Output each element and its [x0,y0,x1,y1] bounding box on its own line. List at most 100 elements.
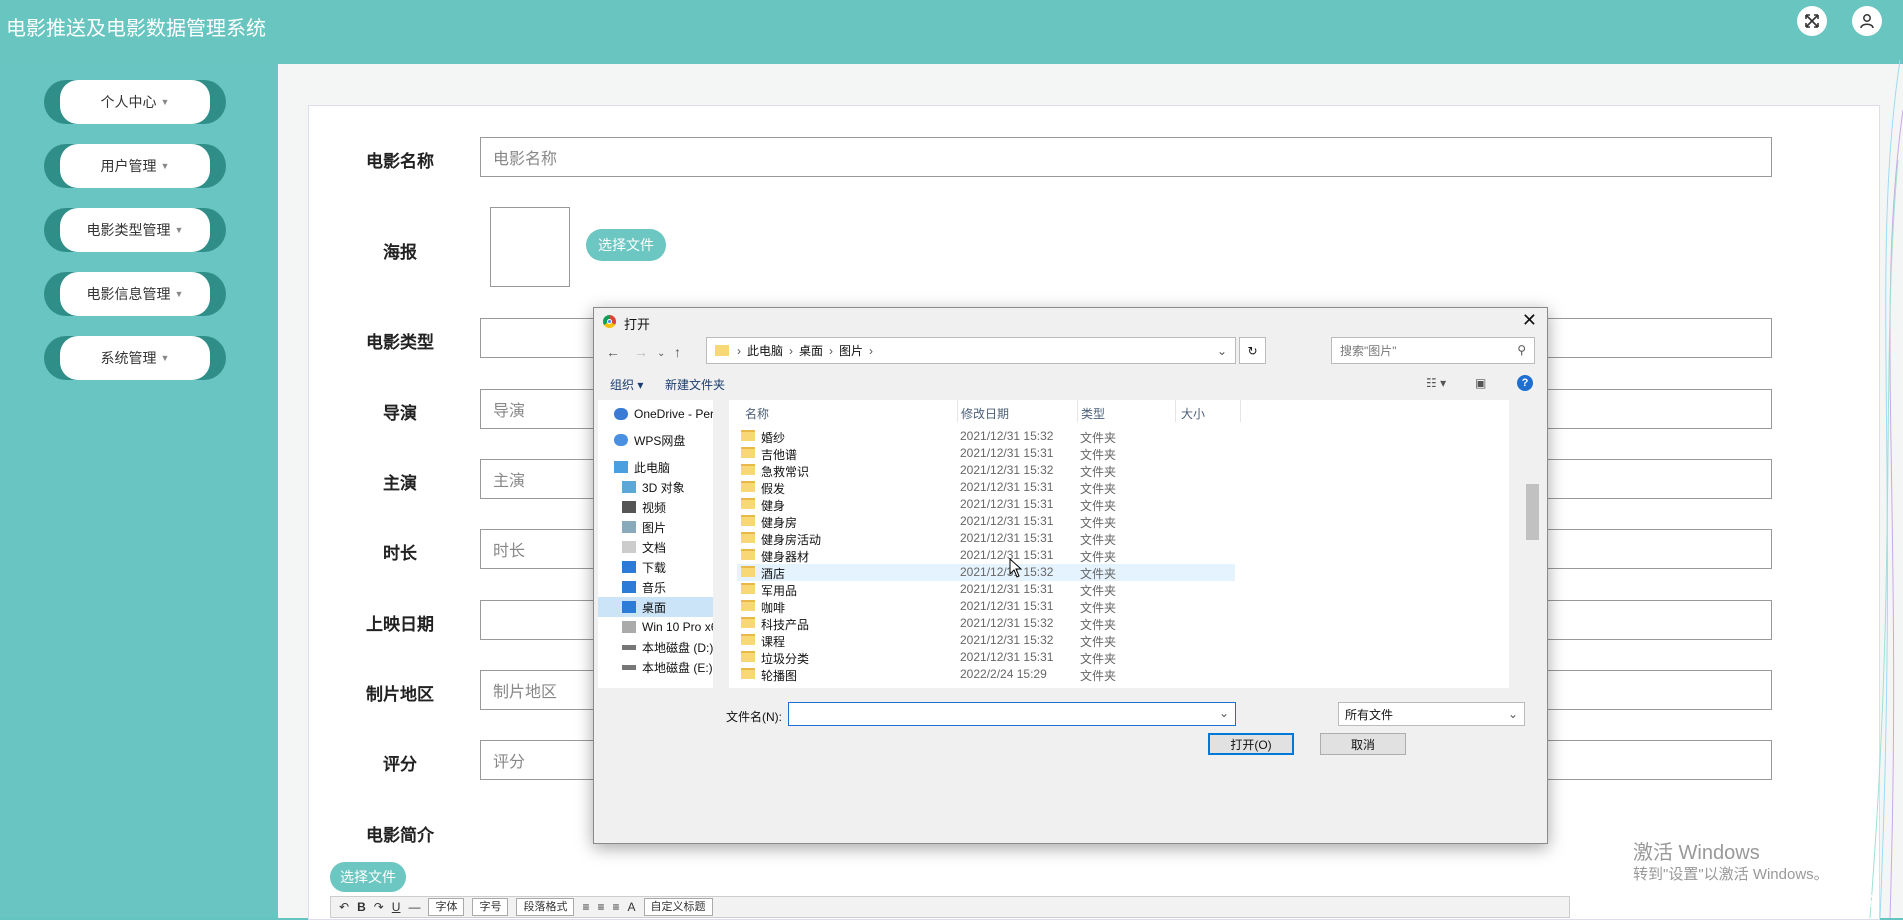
poster-upload-button[interactable]: 选择文件 [586,229,666,261]
filename-input[interactable]: ⌄ [788,702,1236,726]
nav-item-this-pc[interactable]: 此电脑 [598,457,724,477]
nav-item-drive-c[interactable]: Win 10 Pro x64 [598,617,724,637]
region-label: 制片地区 [366,685,434,704]
file-row[interactable]: 健身 2021/12/31 15:31 文件夹 [737,496,1235,513]
organize-button[interactable]: 组织 ▾ [610,376,643,393]
recent-dropdown-icon[interactable]: ⌄ [657,348,665,359]
music-icon [622,581,636,593]
folder-icon [741,481,755,492]
rich-editor-toolbar: ↶ B ↷ U — 字体 字号 段落格式 ≡ ≡ ≡ A 自定义标题 [330,896,1570,918]
actor-label: 主演 [383,474,417,493]
align-center-icon[interactable]: ≡ [597,900,604,914]
user-button[interactable] [1852,6,1882,36]
intro-upload-button[interactable]: 选择文件 [330,862,406,892]
nav-item-onedrive[interactable]: OneDrive - Perso [598,404,724,424]
bold-icon[interactable]: B [357,900,366,914]
open-button[interactable]: 打开(O) [1208,733,1294,755]
file-row[interactable]: 轮播图 2022/2/24 15:29 文件夹 [737,666,1235,683]
file-row[interactable]: 咖啡 2021/12/31 15:31 文件夹 [737,598,1235,615]
dialog-title: 打开 [624,317,651,332]
view-options-icon[interactable]: ☷ ▾ [1426,376,1446,390]
align-right-icon[interactable]: ≡ [613,900,620,914]
file-row[interactable]: 假发 2021/12/31 15:31 文件夹 [737,479,1235,496]
cancel-button[interactable]: 取消 [1320,733,1406,755]
nav-item-videos[interactable]: 视频 [598,497,724,517]
back-arrow-icon[interactable]: ← [606,344,620,360]
font-size-select[interactable]: 字号 [472,898,509,916]
undo-icon[interactable]: ↶ [339,900,349,914]
file-row[interactable]: 健身房 2021/12/31 15:31 文件夹 [737,513,1235,530]
file-list: 名称 修改日期 类型 大小 婚纱 2021/12/31 15:32 文件夹 吉他谱 2… [729,400,1509,688]
mouse-cursor-icon [1009,558,1023,578]
top-bar: 电影推送及电影数据管理系统 [0,0,1903,64]
search-input[interactable]: 搜索"图片" ⚲ [1331,337,1535,364]
file-row[interactable]: 急救常识 2021/12/31 15:32 文件夹 [737,462,1235,479]
poster-label: 海报 [383,243,417,262]
preview-pane-icon[interactable]: ▣ [1475,376,1486,390]
nav-item-wps[interactable]: WPS网盘 [598,430,724,450]
file-row[interactable]: 健身房活动 2021/12/31 15:31 文件夹 [737,530,1235,547]
sidebar-item-movie-info[interactable]: 电影信息管理 ▼ [44,272,226,316]
intro-label: 电影简介 [366,826,434,845]
filetype-select[interactable]: 所有文件 ⌄ [1338,702,1525,726]
nav-item-desktop[interactable]: 桌面 [598,597,724,617]
sidebar-item-system[interactable]: 系统管理 ▼ [44,336,226,380]
folder-icon [715,345,729,356]
sidebar-item-users[interactable]: 用户管理 ▼ [44,144,226,188]
hr-icon[interactable]: — [408,900,420,914]
custom-title-select[interactable]: 自定义标题 [643,898,713,916]
breadcrumb-item[interactable]: 桌面 [799,342,823,359]
breadcrumb-item[interactable]: 图片 [839,342,863,359]
column-size[interactable]: 大小 [1181,405,1205,422]
file-row[interactable]: 酒店 2021/12/31 15:32 文件夹 [737,564,1235,581]
font-color-icon[interactable]: A [628,900,636,914]
file-row[interactable]: 科技产品 2021/12/31 15:32 文件夹 [737,615,1235,632]
sidebar-item-profile[interactable]: 个人中心 ▼ [44,80,226,124]
expand-arrows-icon [1805,14,1819,28]
nav-scrollbar[interactable] [713,400,728,688]
close-icon[interactable]: ✕ [1522,310,1537,331]
column-name[interactable]: 名称 [745,405,769,422]
movie-name-input[interactable]: 电影名称 [480,137,1772,177]
nav-item-drive-d[interactable]: 本地磁盘 (D:) [598,637,724,657]
folder-icon [741,583,755,594]
sidebar-item-movie-types[interactable]: 电影类型管理 ▼ [44,208,226,252]
chevron-down-icon[interactable]: ⌄ [1217,344,1227,358]
up-arrow-icon[interactable]: ↑ [674,344,681,360]
column-date[interactable]: 修改日期 [961,405,1009,422]
fullscreen-button[interactable] [1797,6,1827,36]
nav-item-documents[interactable]: 文档 [598,537,724,557]
new-folder-button[interactable]: 新建文件夹 [665,376,725,393]
refresh-button[interactable]: ↻ [1239,337,1266,364]
director-label: 导演 [383,404,417,423]
italic-icon[interactable]: ↷ [374,900,384,914]
font-select[interactable]: 字体 [428,898,465,916]
file-row[interactable]: 军用品 2021/12/31 15:31 文件夹 [737,581,1235,598]
nav-item-pictures[interactable]: 图片 [598,517,724,537]
breadcrumb-item[interactable]: 此电脑 [747,342,783,359]
file-row[interactable]: 健身器材 2021/12/31 15:31 文件夹 [737,547,1235,564]
underline-icon[interactable]: U [392,900,401,914]
file-row[interactable]: 课程 2021/12/31 15:32 文件夹 [737,632,1235,649]
nav-item-3d[interactable]: 3D 对象 [598,477,724,497]
csdn-watermark: CSDN @浩轩网络 [1752,893,1874,910]
chevron-down-icon[interactable]: ⌄ [1219,706,1229,720]
file-open-dialog: 打开 ✕ ← → ⌄ ↑ › 此电脑 › 桌面 › 图片 › ⌄ ↻ 搜索"图片… [593,307,1548,844]
column-type[interactable]: 类型 [1081,405,1105,422]
file-row[interactable]: 垃圾分类 2021/12/31 15:31 文件夹 [737,649,1235,666]
scrollbar-thumb[interactable] [1526,484,1539,540]
align-left-icon[interactable]: ≡ [582,900,589,914]
file-list-scrollbar[interactable] [1524,400,1541,688]
nav-item-music[interactable]: 音乐 [598,577,724,597]
sidebar: 个人中心 ▼ 用户管理 ▼ 电影类型管理 ▼ 电影信息管理 ▼ 系统管理 ▼ [0,64,278,918]
address-bar[interactable]: › 此电脑 › 桌面 › 图片 › ⌄ [706,337,1236,364]
file-row[interactable]: 婚纱 2021/12/31 15:32 文件夹 [737,428,1235,445]
paragraph-select[interactable]: 段落格式 [516,898,575,916]
chevron-down-icon: ▼ [174,289,184,299]
release-date-label: 上映日期 [366,615,434,634]
nav-item-downloads[interactable]: 下载 [598,557,724,577]
forward-arrow-icon[interactable]: → [634,344,648,360]
file-row[interactable]: 吉他谱 2021/12/31 15:31 文件夹 [737,445,1235,462]
nav-item-drive-e[interactable]: 本地磁盘 (E:) [598,657,724,677]
help-icon[interactable]: ? [1517,375,1533,391]
